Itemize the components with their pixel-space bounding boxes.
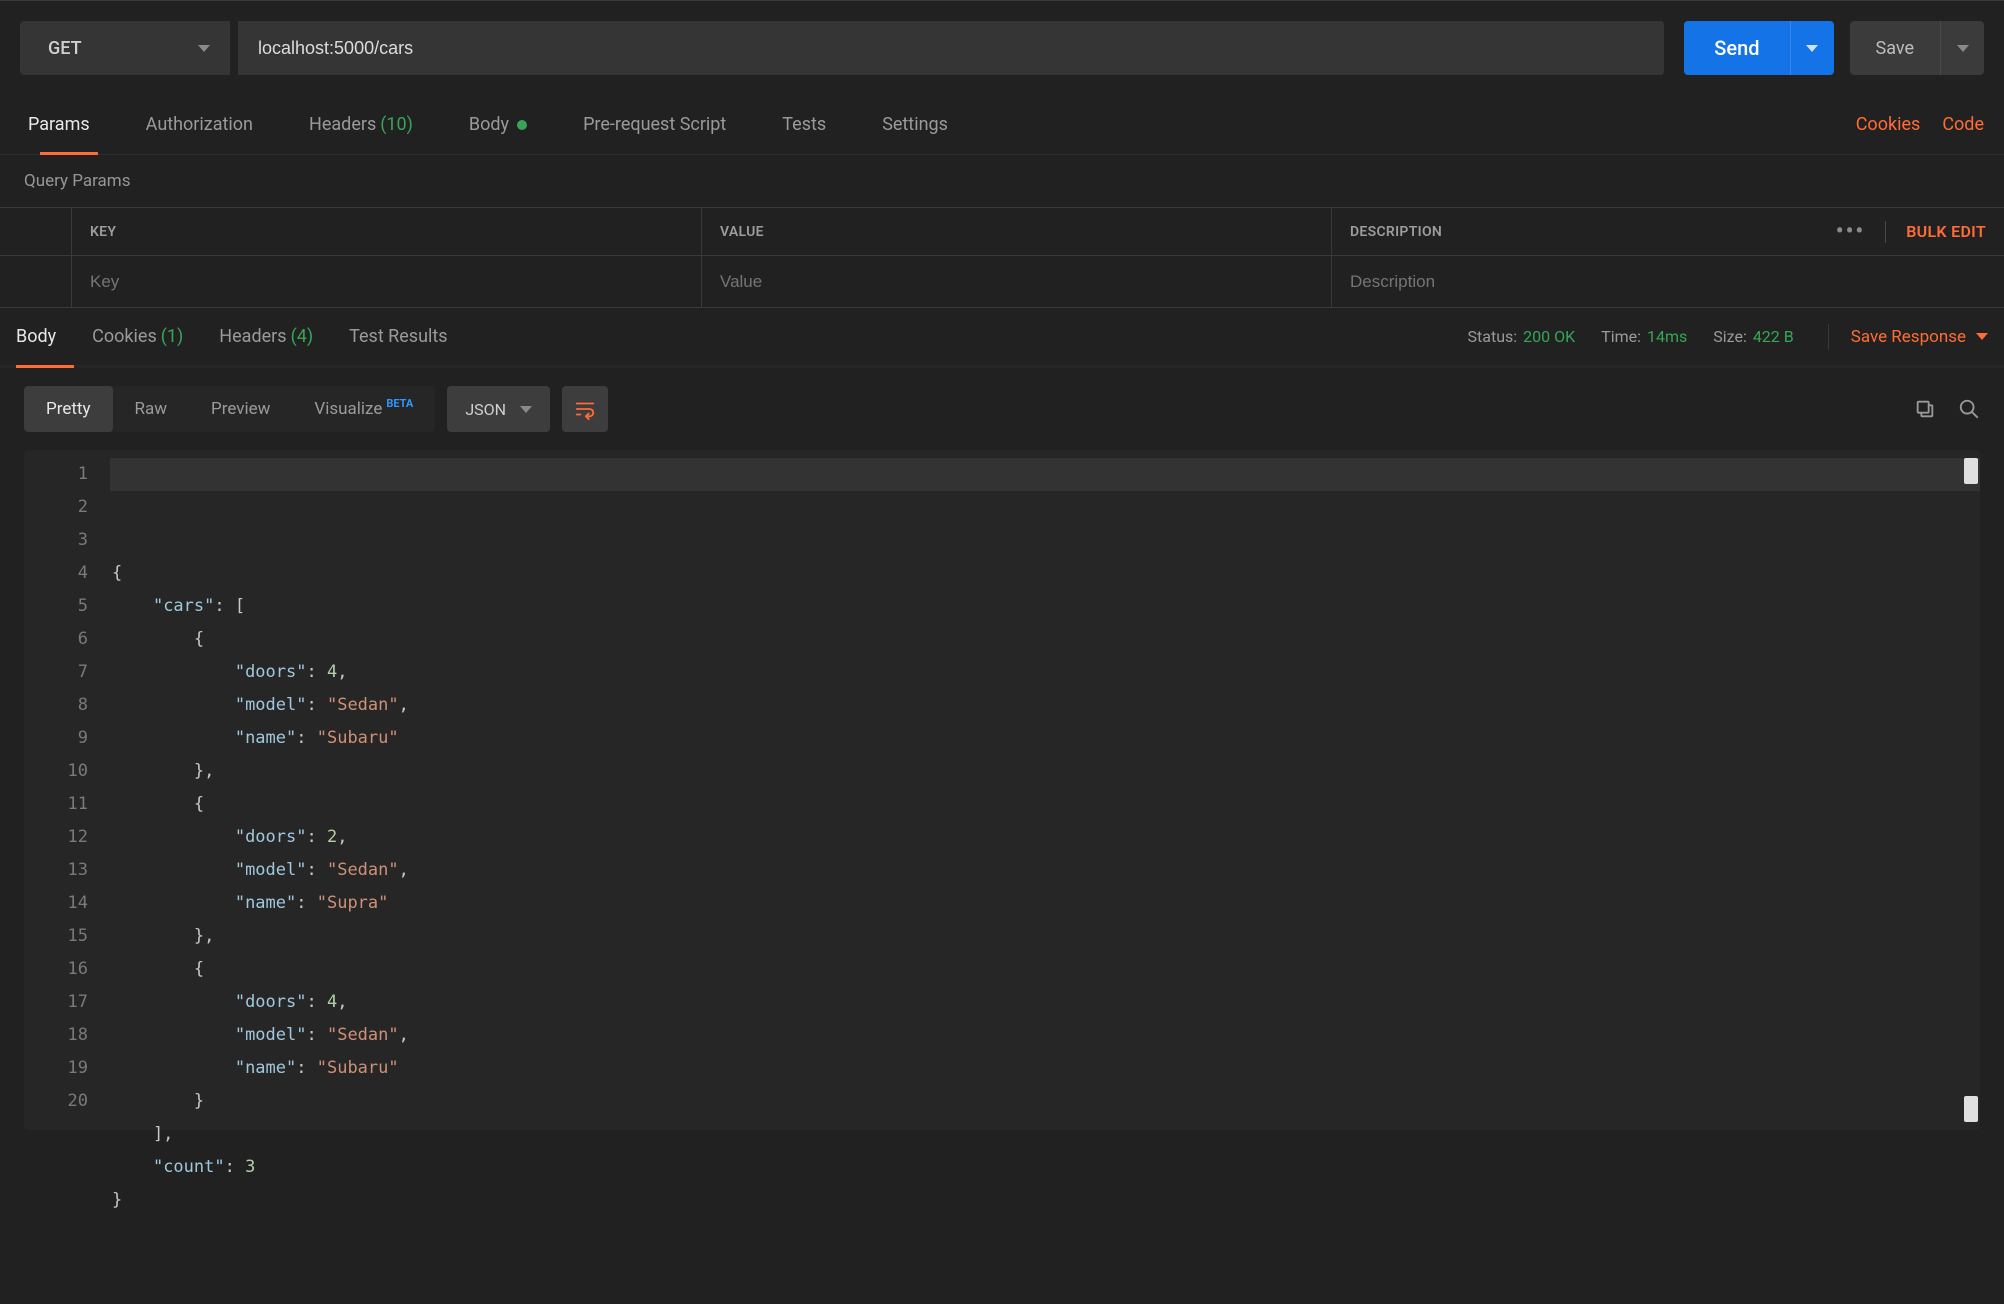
response-tabs: Body Cookies (1) Headers (4) Test Result… [0,308,2004,368]
chevron-down-icon [1806,45,1818,52]
tab-label: Body [16,326,56,347]
scrollbar-thumb[interactable] [1964,458,1978,484]
key-input[interactable] [90,272,683,292]
time-label: Time: [1601,327,1641,346]
current-line-highlight [110,458,1980,491]
request-bar: GET Send Save [0,0,2004,95]
cookies-count: (1) [161,326,184,347]
response-body-viewer[interactable]: 1234567891011121314151617181920 { "cars"… [24,450,1980,1130]
chevron-down-icon [1976,333,1988,340]
http-method-label: GET [48,38,82,59]
query-params-title: Query Params [0,155,2004,207]
save-response-label: Save Response [1851,327,1966,347]
tab-label: Headers [309,114,376,135]
status-label: Status: [1468,327,1518,346]
chevron-down-icon [520,406,532,413]
bulk-edit-link[interactable]: Bulk Edit [1906,222,1986,241]
save-button[interactable]: Save [1850,21,1985,75]
tab-label: Cookies [92,326,157,347]
view-visualize[interactable]: Visualize BETA [292,386,435,432]
size-label: Size: [1713,327,1747,346]
divider [1885,221,1886,243]
tab-tests[interactable]: Tests [754,95,854,154]
cookies-link[interactable]: Cookies [1856,114,1921,135]
description-header: Description ••• Bulk Edit [1332,208,2004,255]
description-input[interactable] [1350,272,1986,292]
value-input[interactable] [720,272,1313,292]
url-input[interactable] [238,21,1664,75]
tab-pre-request-script[interactable]: Pre-request Script [555,95,754,154]
view-raw[interactable]: Raw [113,386,190,432]
row-checkbox-cell[interactable] [0,256,72,307]
save-response-button[interactable]: Save Response [1828,324,1988,350]
more-options-icon[interactable]: ••• [1836,219,1865,244]
view-pretty[interactable]: Pretty [24,386,113,432]
code-content[interactable]: { "cars": [ { "doors": 4, "model": "Seda… [112,450,1980,1130]
headers-count: (10) [380,114,413,135]
tab-label: Authorization [146,114,253,135]
query-params-table: Key Value Description ••• Bulk Edit [0,207,2004,308]
visualize-label: Visualize [314,399,382,419]
beta-badge: BETA [386,397,413,410]
code-link[interactable]: Code [1942,114,1984,135]
send-button-dropdown[interactable] [1790,21,1834,75]
tab-label: Headers [219,326,286,347]
tab-label: Tests [782,114,826,135]
search-icon [1958,398,1980,420]
search-button[interactable] [1958,398,1980,420]
status-value: 200 OK [1523,327,1575,346]
response-meta: Status: 200 OK Time: 14ms Size: 422 B Save … [1468,324,1988,350]
tab-response-body[interactable]: Body [16,308,74,365]
description-header-label: Description [1350,224,1442,240]
size-value: 422 B [1753,327,1794,346]
key-header: Key [72,208,702,255]
table-row [0,256,2004,308]
wrap-icon [574,398,596,420]
body-indicator-icon [517,120,527,130]
tab-headers[interactable]: Headers (10) [281,95,441,154]
tab-label: Params [28,114,90,135]
save-button-dropdown[interactable] [1940,21,1984,75]
wrap-lines-button[interactable] [562,386,608,432]
tab-label: Body [469,114,509,135]
tab-label: Test Results [349,326,447,347]
tab-settings[interactable]: Settings [854,95,976,154]
view-preview[interactable]: Preview [189,386,292,432]
chevron-down-icon [1957,45,1969,52]
checkbox-header-cell [0,208,72,255]
tab-body[interactable]: Body [441,95,555,154]
response-view-controls: Pretty Raw Preview Visualize BETA JSON [0,368,2004,450]
format-label: JSON [465,400,506,419]
table-header-row: Key Value Description ••• Bulk Edit [0,208,2004,256]
tab-authorization[interactable]: Authorization [118,95,281,154]
tab-test-results[interactable]: Test Results [331,308,465,365]
line-number-gutter: 1234567891011121314151617181920 [24,450,112,1130]
http-method-select[interactable]: GET [20,21,230,75]
request-tabs: Params Authorization Headers (10) Body P… [0,95,2004,155]
tab-response-cookies[interactable]: Cookies (1) [74,308,201,365]
save-button-label[interactable]: Save [1850,21,1941,75]
tab-params[interactable]: Params [20,95,118,154]
copy-button[interactable] [1914,398,1936,420]
copy-icon [1914,398,1936,420]
headers-count: (4) [291,326,314,347]
tab-response-headers[interactable]: Headers (4) [201,308,331,365]
send-button-label[interactable]: Send [1684,21,1789,75]
send-button[interactable]: Send [1684,21,1833,75]
chevron-down-icon [198,45,210,52]
tab-label: Pre-request Script [583,114,726,135]
scrollbar-thumb[interactable] [1964,1096,1978,1122]
format-select[interactable]: JSON [447,386,550,432]
time-value: 14ms [1647,327,1687,346]
view-mode-segmented: Pretty Raw Preview Visualize BETA [24,386,435,432]
tab-label: Settings [882,114,948,135]
value-header: Value [702,208,1332,255]
